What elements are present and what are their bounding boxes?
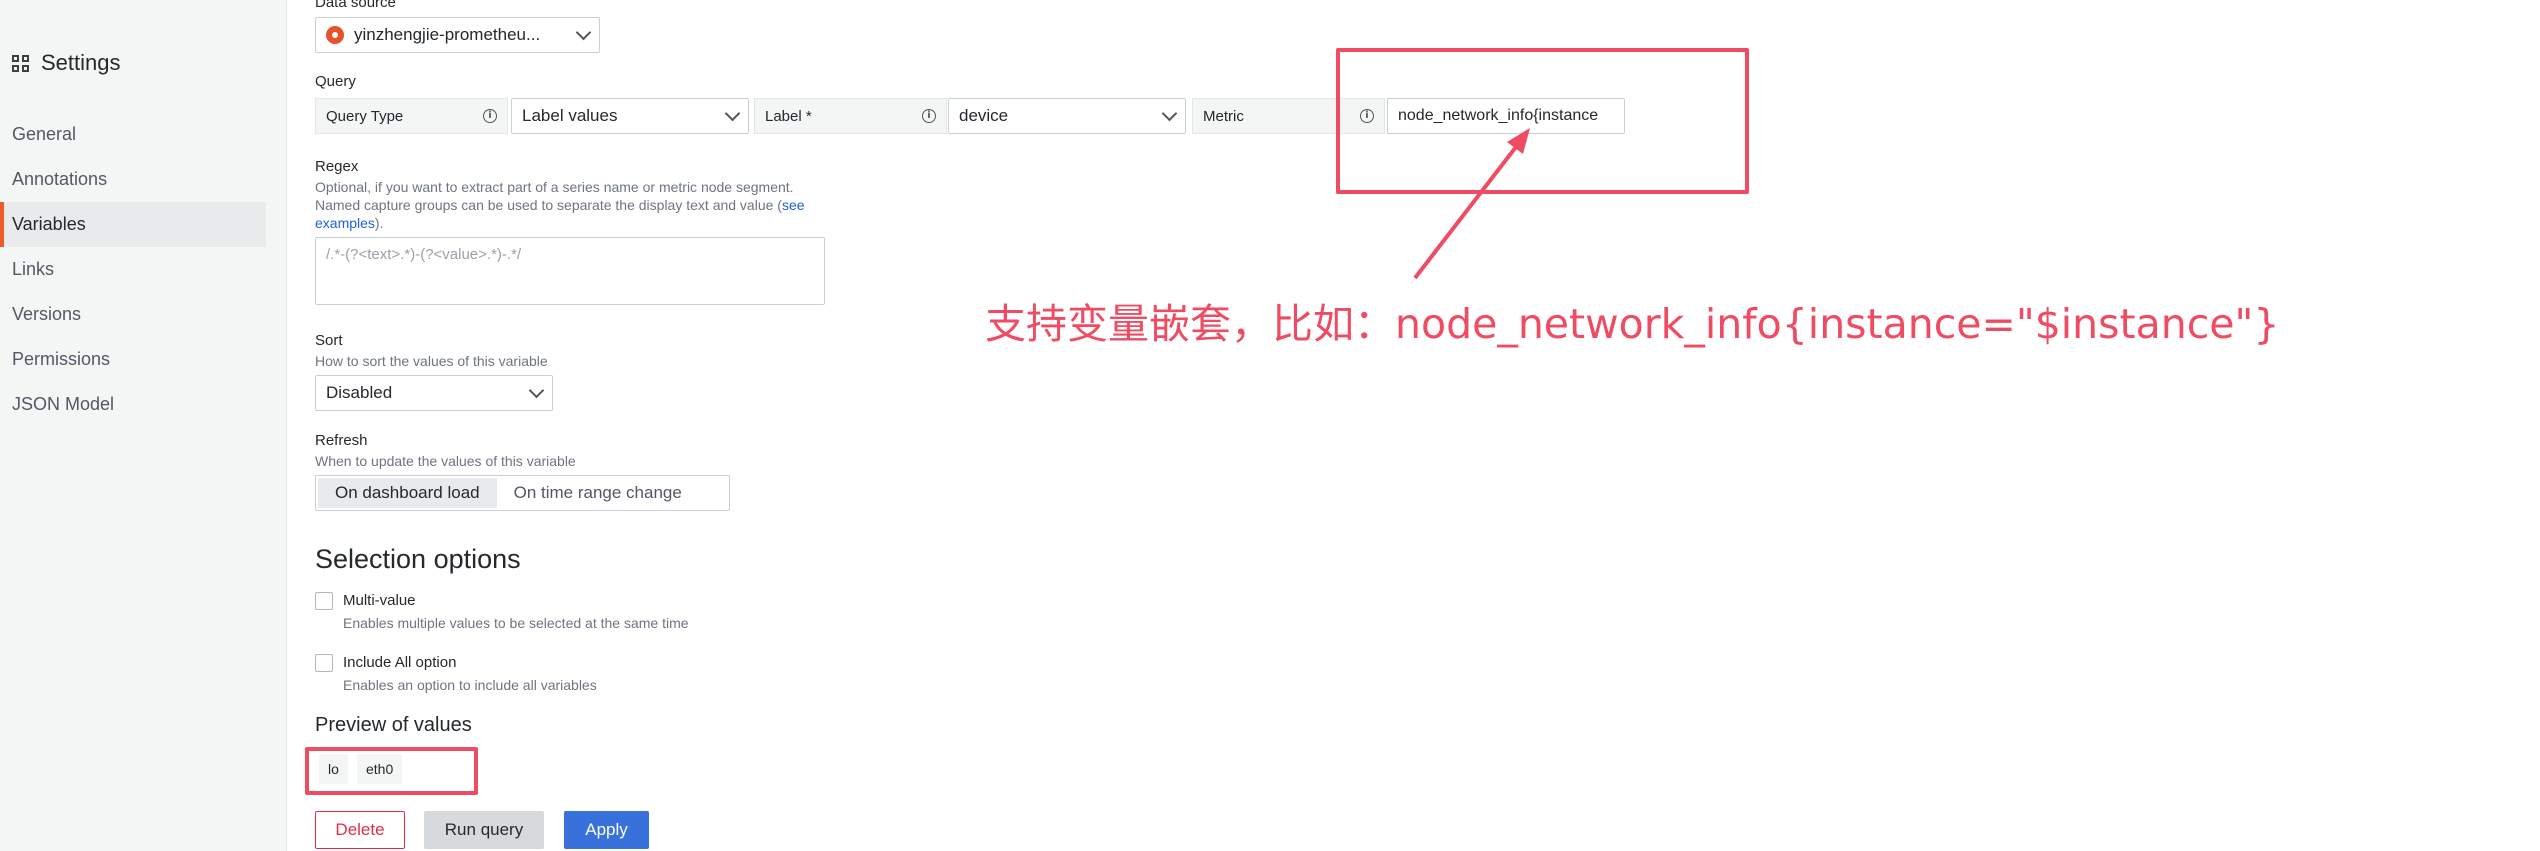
annotation-arrow [1413, 128, 1530, 280]
annotation-text: 支持变量嵌套，比如：node_network_info{instance="$i… [985, 300, 2280, 348]
